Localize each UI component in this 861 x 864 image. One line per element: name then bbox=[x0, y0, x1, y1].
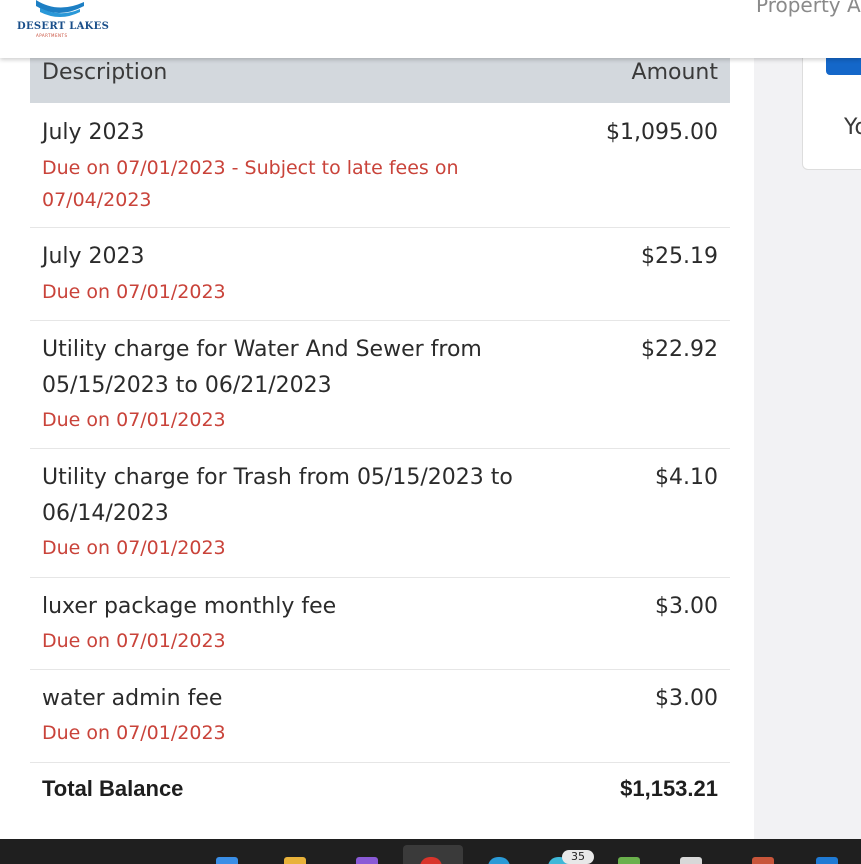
paint-icon[interactable] bbox=[752, 857, 774, 864]
table-row: Utility charge for Trash from 05/15/2023… bbox=[30, 449, 730, 578]
charge-title: July 2023 bbox=[42, 120, 145, 145]
taskbar: 35 bbox=[0, 839, 861, 864]
charge-title: luxer package monthly fee bbox=[42, 594, 337, 619]
total-balance-amount: $1,153.21 bbox=[620, 776, 718, 801]
visual-studio-icon[interactable] bbox=[356, 857, 378, 864]
edge-icon[interactable] bbox=[488, 857, 510, 864]
charge-due-date: Due on 07/01/2023 - Subject to late fees… bbox=[42, 157, 459, 211]
vscode-icon[interactable] bbox=[816, 857, 838, 864]
charge-title: Utility charge for Trash from 05/15/2023… bbox=[42, 465, 513, 526]
notification-badge: 35 bbox=[562, 850, 594, 864]
logo-subtext: APARTMENTS bbox=[36, 33, 68, 38]
top-navigation-bar: DESERT LAKES APARTMENTS Property A bbox=[0, 0, 861, 58]
logo-text: DESERT LAKES bbox=[17, 21, 110, 32]
charge-due-date: Due on 07/01/2023 bbox=[42, 409, 226, 431]
table-row: luxer package monthly fee Due on 07/01/2… bbox=[30, 578, 730, 670]
charge-title: July 2023 bbox=[42, 244, 145, 269]
charge-amount: $4.10 bbox=[655, 465, 718, 490]
charge-due-date: Due on 07/01/2023 bbox=[42, 537, 226, 559]
side-panel-button[interactable] bbox=[826, 58, 861, 75]
file-explorer-icon[interactable] bbox=[284, 857, 306, 864]
notepad-icon[interactable] bbox=[680, 857, 702, 864]
amount-column-header: Amount bbox=[631, 60, 718, 85]
table-row: Utility charge for Water And Sewer from … bbox=[30, 321, 730, 449]
charge-amount: $3.00 bbox=[655, 686, 718, 711]
charge-due-date: Due on 07/01/2023 bbox=[42, 281, 226, 303]
charge-title: Utility charge for Water And Sewer from … bbox=[42, 337, 482, 398]
charge-due-date: Due on 07/01/2023 bbox=[42, 630, 226, 652]
charge-amount: $22.92 bbox=[641, 337, 718, 362]
table-row: July 2023 Due on 07/01/2023 - Subject to… bbox=[30, 103, 730, 228]
total-balance-label: Total Balance bbox=[42, 776, 184, 801]
charge-title: water admin fee bbox=[42, 686, 223, 711]
charge-amount: $25.19 bbox=[641, 244, 718, 269]
total-balance-row: Total Balance $1,153.21 bbox=[30, 762, 730, 824]
charge-due-date: Due on 07/01/2023 bbox=[42, 722, 226, 744]
table-row: July 2023 Due on 07/01/2023 $25.19 bbox=[30, 228, 730, 321]
charge-amount: $3.00 bbox=[655, 594, 718, 619]
property-nav-link[interactable]: Property A bbox=[756, 0, 861, 17]
windows-start-icon[interactable] bbox=[216, 857, 238, 864]
office-icon[interactable] bbox=[618, 857, 640, 864]
table-row: water admin fee Due on 07/01/2023 $3.00 bbox=[30, 670, 730, 763]
charge-amount: $1,095.00 bbox=[606, 120, 718, 145]
side-panel-text: Yo bbox=[844, 115, 861, 140]
description-column-header: Description bbox=[42, 60, 168, 85]
charges-table-header: Description Amount bbox=[30, 58, 730, 103]
